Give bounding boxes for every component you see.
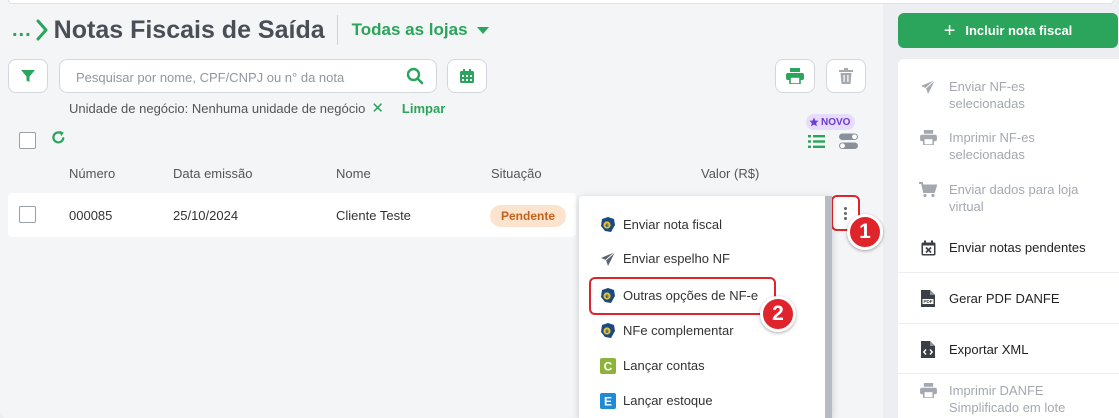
store-selector[interactable]: Todas as lojas [352, 20, 489, 40]
sidebar-item-enviar-loja-virtual[interactable]: Enviar dados para loja virtual [918, 181, 1079, 215]
sidebar-item-enviar-nfes[interactable]: Enviar NF-es selecionadas [918, 78, 1079, 112]
actions-sidebar: Enviar NF-es selecionadas Imprimir NF-es… [898, 59, 1119, 418]
send-plane-icon [599, 250, 617, 268]
calendar-icon [460, 69, 474, 83]
filter-button[interactable] [8, 59, 48, 93]
calendar-x-icon [918, 239, 938, 256]
cart-icon [918, 181, 938, 198]
sidebar-item-enviar-pendentes[interactable]: Enviar notas pendentes [918, 239, 1119, 256]
page-title: Notas Fiscais de Saída [53, 15, 325, 44]
send-plane-icon [918, 78, 938, 95]
caret-down-icon [476, 26, 489, 34]
delete-button[interactable] [826, 59, 866, 93]
new-badge-label: NOVO [821, 116, 851, 128]
menu-item-label: Enviar espelho NF [623, 251, 730, 266]
sidebar-item-gerar-pdf-danfe[interactable]: PDF Gerar PDF DANFE [918, 290, 1119, 307]
breadcrumb-ellipsis[interactable]: ... [12, 19, 32, 42]
star-icon [809, 117, 819, 127]
clear-filters-link[interactable]: Limpar [402, 101, 445, 116]
active-filter-text: Unidade de negócio: Nenhuma unidade de n… [69, 101, 366, 116]
sidebar-divider [898, 272, 1119, 273]
search-icon[interactable] [406, 67, 424, 85]
menu-item-label: NFe complementar [623, 323, 734, 338]
menu-item-label: Lançar estoque [623, 393, 713, 408]
sidebar-item-exportar-xml[interactable]: Exportar XML [918, 341, 1119, 358]
sidebar-item-label: Gerar PDF DANFE [949, 291, 1060, 306]
svg-text:E: E [604, 394, 612, 408]
title-divider [336, 15, 338, 45]
page-header: ... Notas Fiscais de Saída Todas as loja… [12, 14, 489, 46]
funnel-icon [21, 70, 35, 82]
nfe-brazil-icon: e [599, 322, 617, 340]
store-selector-label: Todas as lojas [351, 20, 468, 39]
cell-nome: Cliente Teste [336, 208, 411, 223]
row-checkbox[interactable] [19, 206, 36, 223]
kebab-dot [844, 211, 847, 215]
search-input[interactable] [76, 67, 396, 87]
column-header-situacao[interactable]: Situação [491, 166, 542, 181]
svg-text:PDF: PDF [924, 299, 933, 304]
active-filter: Unidade de negócio: Nenhuma unidade de n… [69, 101, 445, 116]
menu-item-enviar-nota-fiscal[interactable]: e Enviar nota fiscal [579, 207, 825, 242]
e-square-icon: E [599, 392, 617, 410]
menu-item-lancar-contas[interactable]: C Lançar contas [579, 348, 825, 383]
menu-item-label: Enviar nota fiscal [623, 217, 722, 232]
column-header-numero[interactable]: Número [69, 166, 115, 181]
sidebar-item-label: Enviar notas pendentes [949, 240, 1086, 255]
sidebar-divider [898, 373, 1119, 374]
cell-numero: 000085 [69, 208, 113, 223]
sidebar-divider [898, 323, 1119, 324]
remove-filter-icon[interactable]: ✕ [371, 101, 384, 116]
printer-icon [786, 68, 804, 84]
svg-text:C: C [604, 359, 613, 373]
menu-item-lancar-estoque[interactable]: E Lançar estoque [579, 383, 825, 418]
highlight-outline [589, 277, 776, 315]
pdf-file-icon: PDF [918, 290, 938, 307]
search-box [59, 59, 437, 93]
select-all-checkbox[interactable] [19, 132, 36, 149]
top-bar [8, 0, 1114, 4]
status-badge: Pendente [490, 205, 566, 227]
sidebar-item-label: Imprimir NF-es selecionadas [949, 130, 1035, 162]
toggle-view-icon[interactable] [839, 133, 858, 150]
annotation-marker-2: 2 [760, 296, 796, 332]
calendar-button[interactable] [447, 59, 487, 93]
column-header-nome[interactable]: Nome [336, 166, 371, 181]
print-button[interactable] [775, 59, 815, 93]
column-header-valor[interactable]: Valor (R$) [701, 166, 759, 181]
menu-scrollbar[interactable] [825, 196, 832, 418]
plus-icon: + [943, 19, 956, 42]
sidebar-item-label: Imprimir DANFE Simplificado em lote [949, 383, 1066, 415]
sidebar-item-imprimir-nfes[interactable]: Imprimir NF-es selecionadas [918, 129, 1079, 163]
nfe-brazil-icon: e [599, 216, 617, 234]
sidebar-item-label: Enviar NF-es selecionadas [949, 79, 1025, 111]
menu-item-enviar-espelho-nf[interactable]: Enviar espelho NF [579, 241, 825, 276]
column-header-data-emissao[interactable]: Data emissão [173, 166, 252, 181]
kebab-dot [844, 216, 847, 220]
add-invoice-label: Incluir nota fiscal [965, 23, 1073, 38]
menu-item-label: Lançar contas [623, 358, 705, 373]
new-badge: NOVO [806, 114, 856, 130]
trash-icon [839, 68, 853, 84]
list-view-icon[interactable] [808, 134, 825, 149]
sidebar-item-label: Enviar dados para loja virtual [949, 182, 1079, 214]
printer-icon [918, 129, 938, 146]
sidebar-item-imprimir-danfe-lote[interactable]: Imprimir DANFE Simplificado em lote [918, 382, 1089, 416]
printer-icon [918, 382, 938, 399]
add-invoice-button[interactable]: + Incluir nota fiscal [898, 13, 1118, 48]
cell-data-emissao: 25/10/2024 [173, 208, 239, 223]
annotation-marker-1: 1 [847, 214, 883, 250]
refresh-icon[interactable] [51, 130, 66, 145]
kebab-dot [844, 206, 847, 210]
chevron-right-icon [36, 19, 48, 41]
code-file-icon [918, 341, 938, 358]
c-square-icon: C [599, 357, 617, 375]
sidebar-item-label: Exportar XML [949, 342, 1029, 357]
